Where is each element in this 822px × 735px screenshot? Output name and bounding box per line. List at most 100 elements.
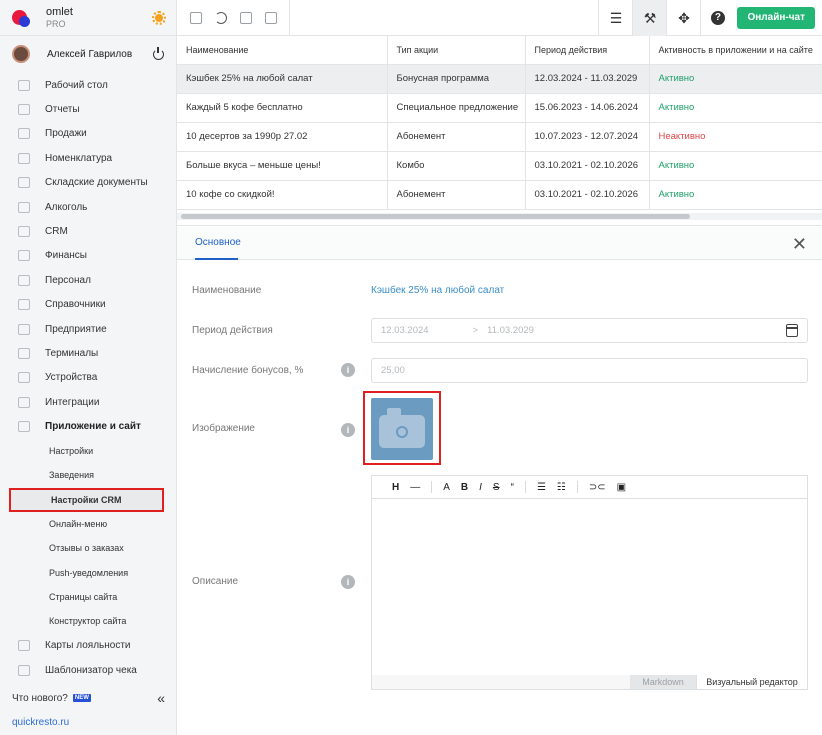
subnav-crm-settings[interactable]: Настройки CRM: [9, 487, 164, 512]
horizontal-scrollbar[interactable]: [181, 214, 690, 219]
promotions-table: Наименование Тип акции Период действия А…: [177, 36, 822, 226]
collapse-sidebar-icon[interactable]: «: [157, 690, 165, 706]
sidebar-item-sales[interactable]: Продажи: [0, 122, 176, 146]
dashboard-icon: [18, 79, 30, 91]
cell-status: Активно: [649, 64, 822, 94]
sidebar-item-reports[interactable]: Отчеты: [0, 97, 176, 121]
glass-icon: [18, 201, 30, 213]
bonus-field[interactable]: 25,00: [371, 358, 808, 383]
quote-button[interactable]: “: [511, 482, 514, 493]
sidebar-item-crm[interactable]: CRM: [0, 219, 176, 243]
sidebar-item-devices[interactable]: Устройства: [0, 366, 176, 390]
subnav-venues[interactable]: Заведения: [0, 463, 176, 487]
filter-settings-button[interactable]: ☰: [598, 0, 632, 36]
sidebar-item-integrations[interactable]: Интеграции: [0, 390, 176, 414]
online-chat-button[interactable]: Онлайн-чат: [737, 6, 815, 29]
omlet-logo: [10, 7, 32, 29]
cell-status: Активно: [649, 93, 822, 123]
info-icon[interactable]: i: [341, 423, 355, 437]
help-button[interactable]: ?: [700, 0, 734, 36]
tab-main[interactable]: Основное: [195, 227, 241, 260]
sidebar-item-receipt-template[interactable]: Шаблонизатор чека: [0, 658, 176, 682]
table-row[interactable]: Больше вкуса – меньше цены! Комбо 03.10.…: [177, 151, 822, 181]
sidebar-item-finance[interactable]: Финансы: [0, 244, 176, 268]
bold-button[interactable]: B: [461, 482, 468, 493]
info-icon[interactable]: i: [341, 363, 355, 377]
camera-placeholder-icon: [371, 398, 433, 460]
sidebar-item-dashboard[interactable]: Рабочий стол: [0, 73, 176, 97]
info-icon[interactable]: i: [341, 575, 355, 589]
editor-toolbar: H — A B I S “ ☰ ☷ ⊃⊂ ▣: [372, 476, 807, 499]
subnav-site-pages[interactable]: Страницы сайта: [0, 585, 176, 609]
col-type-header[interactable]: Тип акции: [387, 36, 526, 65]
archive-icon[interactable]: [265, 11, 277, 24]
sidebar-item-staff[interactable]: Персонал: [0, 268, 176, 292]
move-button[interactable]: ✥: [666, 0, 700, 36]
bullet-list-icon[interactable]: ☰: [537, 482, 546, 493]
calendar-icon[interactable]: [786, 324, 798, 337]
period-field[interactable]: 12.03.2024 > 11.03.2029: [371, 318, 808, 343]
subnav-online-menu[interactable]: Онлайн-меню: [0, 512, 176, 536]
link-icon: [18, 396, 30, 408]
table-row[interactable]: 10 десертов за 1990р 27.02 Абонемент 10.…: [177, 122, 822, 152]
box-icon: [18, 177, 30, 189]
cell-name: 10 кофе со скидкой!: [177, 180, 388, 210]
subnav-order-reviews[interactable]: Отзывы о заказах: [0, 536, 176, 560]
help-icon: ?: [710, 10, 725, 25]
col-period-header[interactable]: Период действия: [525, 36, 650, 65]
sidebar-item-enterprise[interactable]: Предприятие: [0, 317, 176, 341]
cell-type: Комбо: [387, 151, 526, 181]
link-icon[interactable]: ⊃⊂: [589, 482, 606, 493]
theme-toggle-sun-icon[interactable]: [152, 10, 166, 25]
tools-button[interactable]: ⚒: [632, 0, 667, 36]
heading-button[interactable]: H: [392, 482, 399, 493]
sidebar-item-alcohol[interactable]: Алкоголь: [0, 195, 176, 219]
image-upload[interactable]: [363, 391, 441, 465]
ordered-list-icon[interactable]: ☷: [557, 482, 566, 493]
cell-status: Активно: [649, 151, 822, 181]
cell-period: 03.10.2021 - 02.10.2026: [525, 151, 650, 181]
subnav-site-builder[interactable]: Конструктор сайта: [0, 609, 176, 633]
subnav-settings[interactable]: Настройки: [0, 439, 176, 463]
toolbar-right: ☰ ⚒ ✥ ? Онлайн-чат: [598, 0, 822, 36]
description-editor[interactable]: H — A B I S “ ☰ ☷ ⊃⊂ ▣ Markdown Визуальн…: [371, 475, 808, 690]
col-activity-header[interactable]: Активность в приложении и на сайте: [649, 36, 822, 65]
sidebar-item-directories[interactable]: Справочники: [0, 293, 176, 317]
cell-type: Бонусная программа: [387, 64, 526, 94]
site-link[interactable]: quickresto.ru: [12, 717, 69, 728]
subnav-push[interactable]: Push-уведомления: [0, 560, 176, 584]
copy-icon[interactable]: [240, 11, 252, 24]
sidebar-item-nomenclature[interactable]: Номенклатура: [0, 146, 176, 170]
card-icon: [18, 640, 30, 652]
logout-power-icon[interactable]: [153, 46, 164, 60]
col-name-header[interactable]: Наименование: [177, 36, 388, 65]
label-bonus: Начисление бонусов, %: [192, 365, 304, 376]
avatar: [12, 45, 30, 63]
book-icon: [18, 299, 30, 311]
markdown-mode-tab[interactable]: Markdown: [630, 675, 696, 689]
refresh-icon[interactable]: [215, 11, 227, 24]
brand-plan: PRO: [46, 18, 66, 29]
horizontal-rule-button[interactable]: —: [410, 482, 420, 493]
whats-new[interactable]: Что нового? NEW «: [0, 687, 177, 709]
table-row[interactable]: 10 кофе со скидкой! Абонемент 03.10.2021…: [177, 180, 822, 210]
cell-name: Больше вкуса – меньше цены!: [177, 151, 388, 181]
sidebar-item-app-and-site[interactable]: Приложение и сайт: [0, 414, 176, 438]
label-description: Описание: [192, 576, 239, 587]
font-color-button[interactable]: A: [443, 482, 450, 493]
table-row[interactable]: Каждый 5 кофе бесплатно Специальное пред…: [177, 93, 822, 123]
table-header-row: Наименование Тип акции Период действия А…: [177, 36, 822, 65]
cell-type: Специальное предложение: [387, 93, 526, 123]
sidebar-item-warehouse[interactable]: Складские документы: [0, 171, 176, 195]
save-icon[interactable]: [190, 11, 202, 24]
sidebar-item-terminals[interactable]: Терминалы: [0, 341, 176, 365]
close-icon[interactable]: ✕: [792, 235, 807, 253]
image-icon[interactable]: ▣: [617, 482, 626, 493]
italic-button[interactable]: I: [479, 482, 482, 493]
sidebar-item-loyalty-cards[interactable]: Карты лояльности: [0, 634, 176, 658]
strikethrough-button[interactable]: S: [493, 482, 500, 493]
brand-header[interactable]: omlet PRO: [0, 0, 176, 36]
visual-mode-tab[interactable]: Визуальный редактор: [696, 675, 807, 689]
table-row[interactable]: Кэшбек 25% на любой салат Бонусная прогр…: [177, 64, 822, 94]
name-value-link[interactable]: Кэшбек 25% на любой салат: [371, 285, 504, 296]
